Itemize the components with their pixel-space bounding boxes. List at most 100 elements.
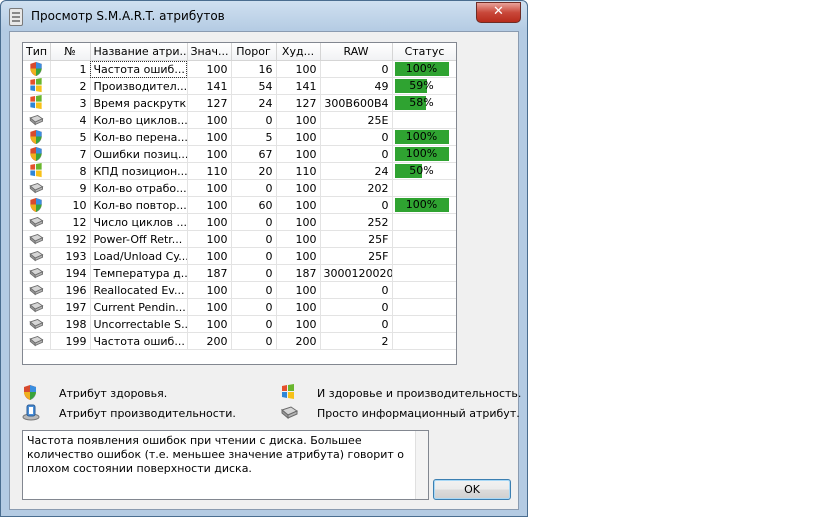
- status-bar-label: 59%: [409, 79, 434, 92]
- name-cell: Кол-во циклов...: [90, 111, 188, 129]
- disk-icon: [27, 334, 45, 348]
- raw-cell: 0: [320, 281, 393, 299]
- threshold-cell: 0: [231, 111, 277, 129]
- disk-icon: [280, 404, 298, 421]
- table-row[interactable]: 1 Частота ошиб... 100 16 100 0 100%: [23, 60, 456, 78]
- threshold-cell: 0: [231, 264, 277, 282]
- windows-flag-icon: [28, 78, 44, 94]
- threshold-cell: 20: [231, 162, 277, 180]
- id-cell: 196: [50, 281, 91, 299]
- threshold-cell: 16: [231, 60, 277, 78]
- disk-icon: [27, 232, 45, 246]
- worst-cell: 100: [276, 281, 321, 299]
- id-cell: 1: [50, 60, 91, 78]
- status-bar-label: 100%: [405, 62, 438, 75]
- raw-cell: 25F: [320, 247, 393, 265]
- shield-icon: [28, 197, 44, 213]
- table-row[interactable]: 194 Температура д... 187 0 187 3000120020: [23, 264, 456, 282]
- disk-icon: [27, 300, 45, 314]
- windows-flag-icon: [280, 384, 296, 401]
- id-cell: 3: [50, 94, 91, 112]
- table-row[interactable]: 198 Uncorrectable S... 100 0 100 0: [23, 315, 456, 333]
- type-cell: [23, 77, 51, 95]
- table-row[interactable]: 8 КПД позицион... 110 20 110 24 50%: [23, 162, 456, 180]
- column-header-name[interactable]: Название атри...: [90, 43, 188, 61]
- legend-both-label: И здоровье и производительность.: [317, 387, 522, 400]
- type-cell: [23, 298, 51, 316]
- name-cell: Current Pendin...: [90, 298, 188, 316]
- description-text: Частота появления ошибок при чтении с ди…: [27, 434, 405, 475]
- value-cell: 100: [187, 230, 232, 248]
- worst-cell: 100: [276, 179, 321, 197]
- description-scrollbar[interactable]: [415, 431, 428, 499]
- table-row[interactable]: 196 Reallocated Ev... 100 0 100 0: [23, 281, 456, 299]
- status-cell: 100%: [392, 60, 456, 78]
- status-bar-label: 100%: [405, 147, 438, 160]
- table-row[interactable]: 2 Производител... 141 54 141 49 59%: [23, 77, 456, 95]
- status-cell: 100%: [392, 145, 456, 163]
- window-title: Просмотр S.M.A.R.T. атрибутов: [31, 9, 225, 23]
- threshold-cell: 24: [231, 94, 277, 112]
- type-cell: [23, 128, 51, 146]
- threshold-cell: 67: [231, 145, 277, 163]
- threshold-cell: 0: [231, 298, 277, 316]
- table-row[interactable]: 199 Частота ошиб... 200 0 200 2: [23, 332, 456, 350]
- threshold-cell: 5: [231, 128, 277, 146]
- worst-cell: 200: [276, 332, 321, 350]
- disk-icon: [27, 215, 45, 229]
- table-row[interactable]: 12 Число циклов ... 100 0 100 252: [23, 213, 456, 231]
- value-cell: 100: [187, 111, 232, 129]
- column-header-type[interactable]: Тип: [23, 43, 51, 61]
- worst-cell: 100: [276, 111, 321, 129]
- close-button[interactable]: ✕: [476, 2, 521, 23]
- status-cell: [392, 332, 456, 350]
- table-row[interactable]: 192 Power-Off Retr... 100 0 100 25F: [23, 230, 456, 248]
- status-cell: 59%: [392, 77, 456, 95]
- column-header-raw[interactable]: RAW: [320, 43, 393, 61]
- windows-flag-icon: [28, 163, 44, 179]
- value-cell: 100: [187, 298, 232, 316]
- threshold-cell: 0: [231, 281, 277, 299]
- column-header-status[interactable]: Статус: [392, 43, 456, 61]
- raw-cell: 2: [320, 332, 393, 350]
- attributes-table[interactable]: Тип № Название атри... Знач... Порог Худ…: [22, 42, 457, 365]
- status-bar-label: 58%: [409, 96, 434, 109]
- ok-button[interactable]: OK: [433, 479, 511, 500]
- status-cell: [392, 298, 456, 316]
- description-box[interactable]: Частота появления ошибок при чтении с ди…: [22, 430, 429, 500]
- status-bar: 100%: [394, 62, 449, 76]
- table-row[interactable]: 7 Ошибки позиц... 100 67 100 0 100%: [23, 145, 456, 163]
- table-row[interactable]: 3 Время раскрутки 127 24 127 300B600B4 58%: [23, 94, 456, 112]
- legend-health-label: Атрибут здоровья.: [59, 387, 168, 400]
- raw-cell: 49: [320, 77, 393, 95]
- id-cell: 197: [50, 298, 91, 316]
- column-header-number[interactable]: №: [50, 43, 91, 61]
- worst-cell: 100: [276, 128, 321, 146]
- column-header-worst[interactable]: Худ...: [276, 43, 321, 61]
- id-cell: 4: [50, 111, 91, 129]
- column-header-value[interactable]: Знач...: [187, 43, 232, 61]
- column-header-threshold[interactable]: Порог: [231, 43, 277, 61]
- name-cell: Число циклов ...: [90, 213, 188, 231]
- performance-icon: [22, 404, 40, 421]
- table-row[interactable]: 9 Кол-во отрабо... 100 0 100 202: [23, 179, 456, 197]
- name-cell: Температура д...: [90, 264, 188, 282]
- table-row[interactable]: 10 Кол-во повтор... 100 60 100 0 100%: [23, 196, 456, 214]
- value-cell: 100: [187, 145, 232, 163]
- status-bar-label: 100%: [405, 198, 438, 211]
- table-row[interactable]: 4 Кол-во циклов... 100 0 100 25E: [23, 111, 456, 129]
- worst-cell: 141: [276, 77, 321, 95]
- threshold-cell: 0: [231, 213, 277, 231]
- raw-cell: 0: [320, 315, 393, 333]
- id-cell: 199: [50, 332, 91, 350]
- disk-icon: [27, 113, 45, 127]
- disk-icon: [27, 181, 45, 195]
- table-row[interactable]: 197 Current Pendin... 100 0 100 0: [23, 298, 456, 316]
- table-row[interactable]: 5 Кол-во перена... 100 5 100 0 100%: [23, 128, 456, 146]
- disk-icon: [27, 317, 45, 331]
- threshold-cell: 0: [231, 230, 277, 248]
- status-bar: 58%: [394, 96, 449, 110]
- table-row[interactable]: 193 Load/Unload Cy... 100 0 100 25F: [23, 247, 456, 265]
- value-cell: 100: [187, 179, 232, 197]
- worst-cell: 100: [276, 145, 321, 163]
